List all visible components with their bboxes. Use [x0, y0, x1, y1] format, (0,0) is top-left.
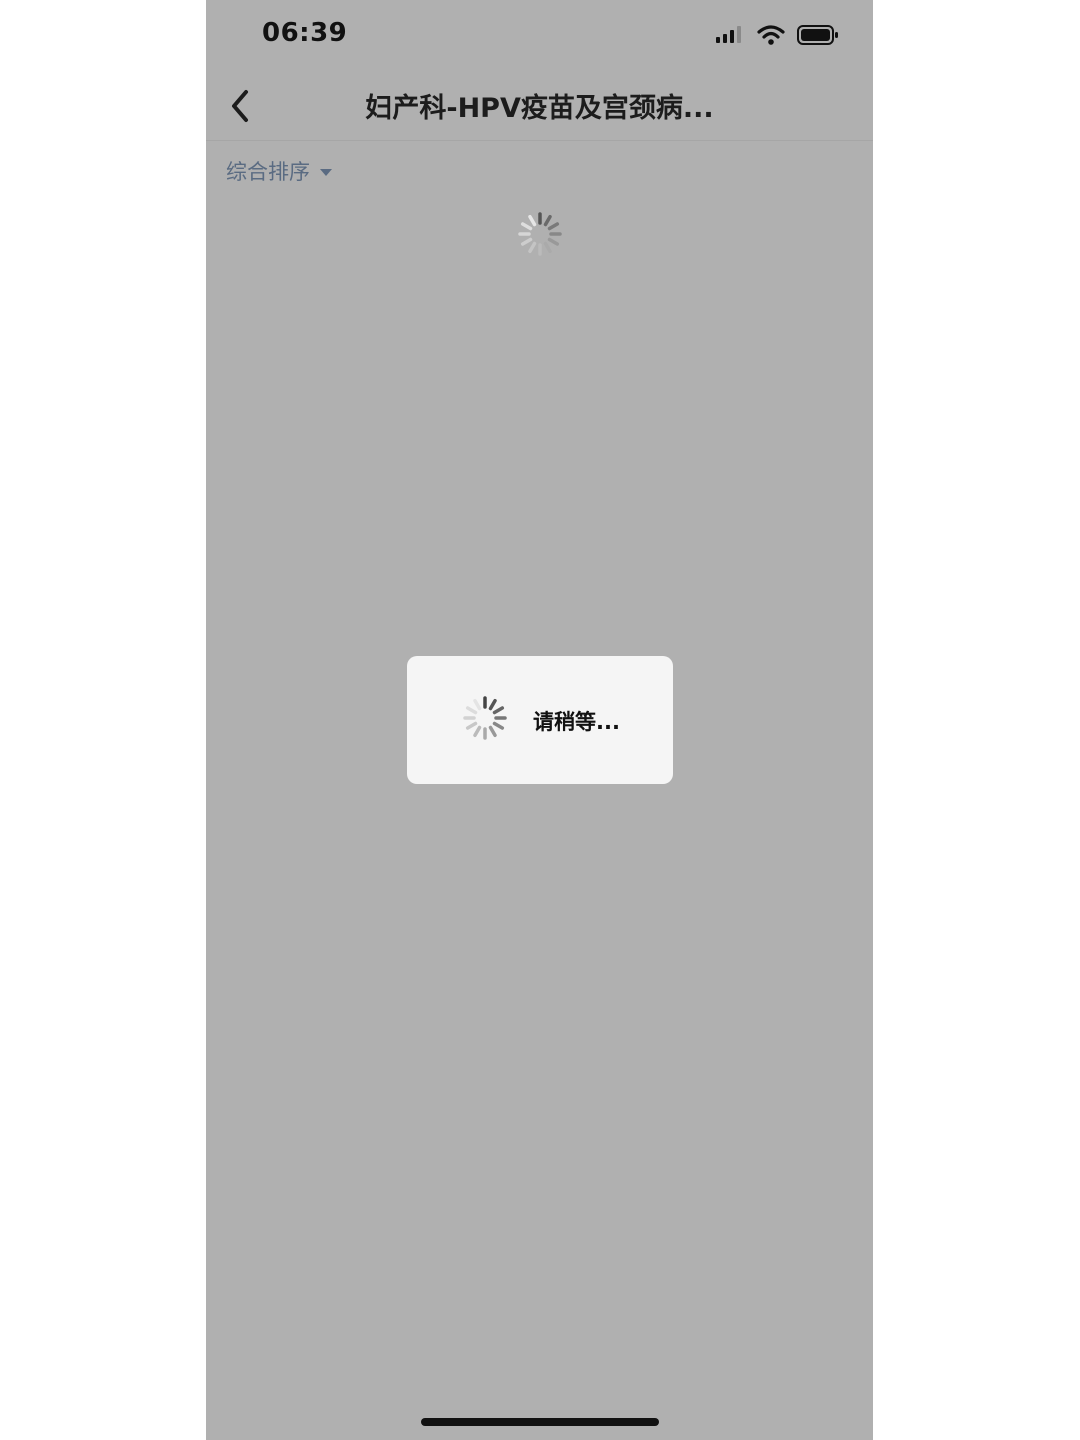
status-icons — [715, 24, 839, 46]
navigation-bar: 妇产科-HPV疫苗及宫颈病... — [206, 72, 873, 141]
wifi-icon — [757, 25, 785, 45]
battery-icon — [797, 25, 838, 45]
phone-screen: 06:39 妇产科-HPV疫苗及宫颈病... 综合排序 请稍等... — [206, 0, 873, 1440]
caret-down-icon — [320, 169, 332, 176]
home-indicator[interactable] — [421, 1418, 659, 1426]
toast-spinner-icon — [463, 696, 507, 740]
status-bar: 06:39 — [206, 0, 873, 72]
page: 06:39 妇产科-HPV疫苗及宫颈病... 综合排序 请稍等... — [0, 0, 1080, 1440]
toast-message: 请稍等... — [533, 710, 620, 734]
chevron-left-icon[interactable] — [224, 86, 260, 126]
sort-filter-dropdown[interactable]: 综合排序 — [226, 156, 332, 186]
sort-filter-label: 综合排序 — [226, 160, 310, 184]
page-title: 妇产科-HPV疫苗及宫颈病... — [365, 93, 714, 124]
loading-spinner-icon — [518, 212, 562, 256]
status-time: 06:39 — [262, 18, 348, 48]
loading-toast: 请稍等... — [407, 656, 673, 784]
cellular-signal-icon — [716, 26, 741, 43]
